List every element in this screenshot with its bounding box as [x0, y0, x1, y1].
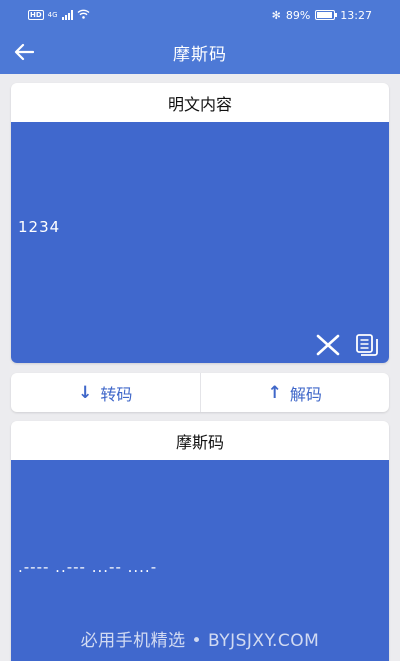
morse-card: 摩斯码 .---- ..--- ...-- ....-: [11, 421, 389, 661]
plaintext-card: 明文内容 1234: [11, 83, 389, 363]
status-bar: HD 4G ✻ 89% 13:27: [0, 0, 400, 30]
encode-label: 转码: [100, 384, 133, 404]
bluetooth-icon: ✻: [271, 8, 281, 22]
arrow-left-icon: [14, 43, 34, 61]
plaintext-header: 明文内容: [167, 94, 232, 114]
plaintext-tools: [315, 333, 379, 357]
wifi-icon: [77, 9, 90, 22]
app-bar: 摩斯码: [0, 30, 400, 74]
decode-label: 解码: [289, 384, 322, 404]
page-title: 摩斯码: [173, 44, 227, 65]
decode-button[interactable]: ↑ 解码: [199, 373, 390, 412]
clock: 13:27: [340, 8, 372, 22]
morse-header: 摩斯码: [175, 432, 224, 452]
signal-label: 4G: [47, 11, 58, 19]
hd-badge: HD: [28, 10, 44, 20]
clear-button[interactable]: [315, 334, 341, 356]
status-right: ✻ 89% 13:27: [272, 9, 372, 22]
watermark: 必用手机精选 • BYJSJXY.COM: [80, 631, 320, 651]
encode-button[interactable]: ↓ 转码: [11, 373, 200, 412]
morse-output[interactable]: .---- ..--- ...-- ....-: [11, 552, 389, 582]
action-bar: ↓ 转码 ↑ 解码: [11, 373, 389, 412]
battery-icon: [315, 10, 338, 20]
arrow-down-icon: ↓: [78, 382, 93, 403]
plaintext-panel: 1234: [11, 122, 389, 363]
clipboard-icon: [356, 334, 378, 356]
plaintext-input[interactable]: 1234: [11, 212, 389, 242]
close-icon: [316, 334, 340, 356]
arrow-up-icon: ↑: [267, 382, 282, 403]
battery-percent: 89%: [285, 8, 311, 22]
signal-icon: [61, 10, 73, 20]
back-button[interactable]: [12, 40, 36, 64]
paste-button[interactable]: [355, 333, 379, 357]
status-left: HD 4G: [28, 9, 90, 22]
